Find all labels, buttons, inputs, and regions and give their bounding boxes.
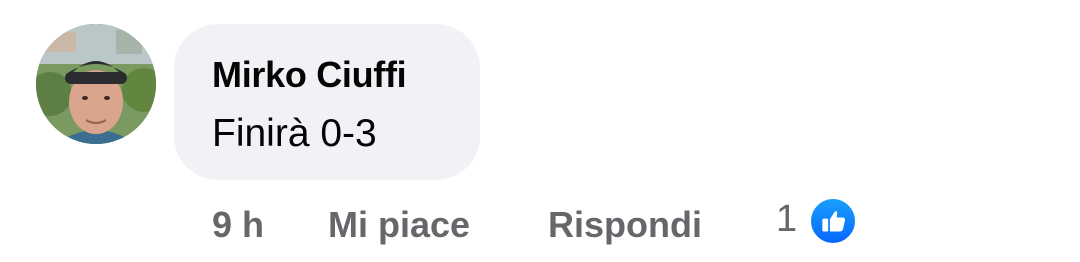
- comment-actions: 9 h Mi piace Rispondi: [0, 204, 1080, 248]
- comment-bubble: Mirko Ciuffi Finirà 0-3: [174, 24, 480, 180]
- reply-button[interactable]: Rispondi: [548, 204, 702, 246]
- thumbs-up-icon[interactable]: [808, 196, 858, 246]
- timestamp[interactable]: 9 h: [212, 204, 264, 246]
- like-button[interactable]: Mi piace: [328, 204, 470, 246]
- avatar[interactable]: [36, 24, 156, 144]
- comment: Mirko Ciuffi Finirà 0-3 9 h Mi piace Ris…: [0, 0, 1080, 262]
- thumbs-up-glyph: [822, 211, 846, 232]
- comment-text: Finirà 0-3: [212, 112, 377, 155]
- avatar-photo: [36, 24, 156, 144]
- reaction-count[interactable]: 1: [776, 198, 797, 241]
- author-name[interactable]: Mirko Ciuffi: [212, 54, 407, 96]
